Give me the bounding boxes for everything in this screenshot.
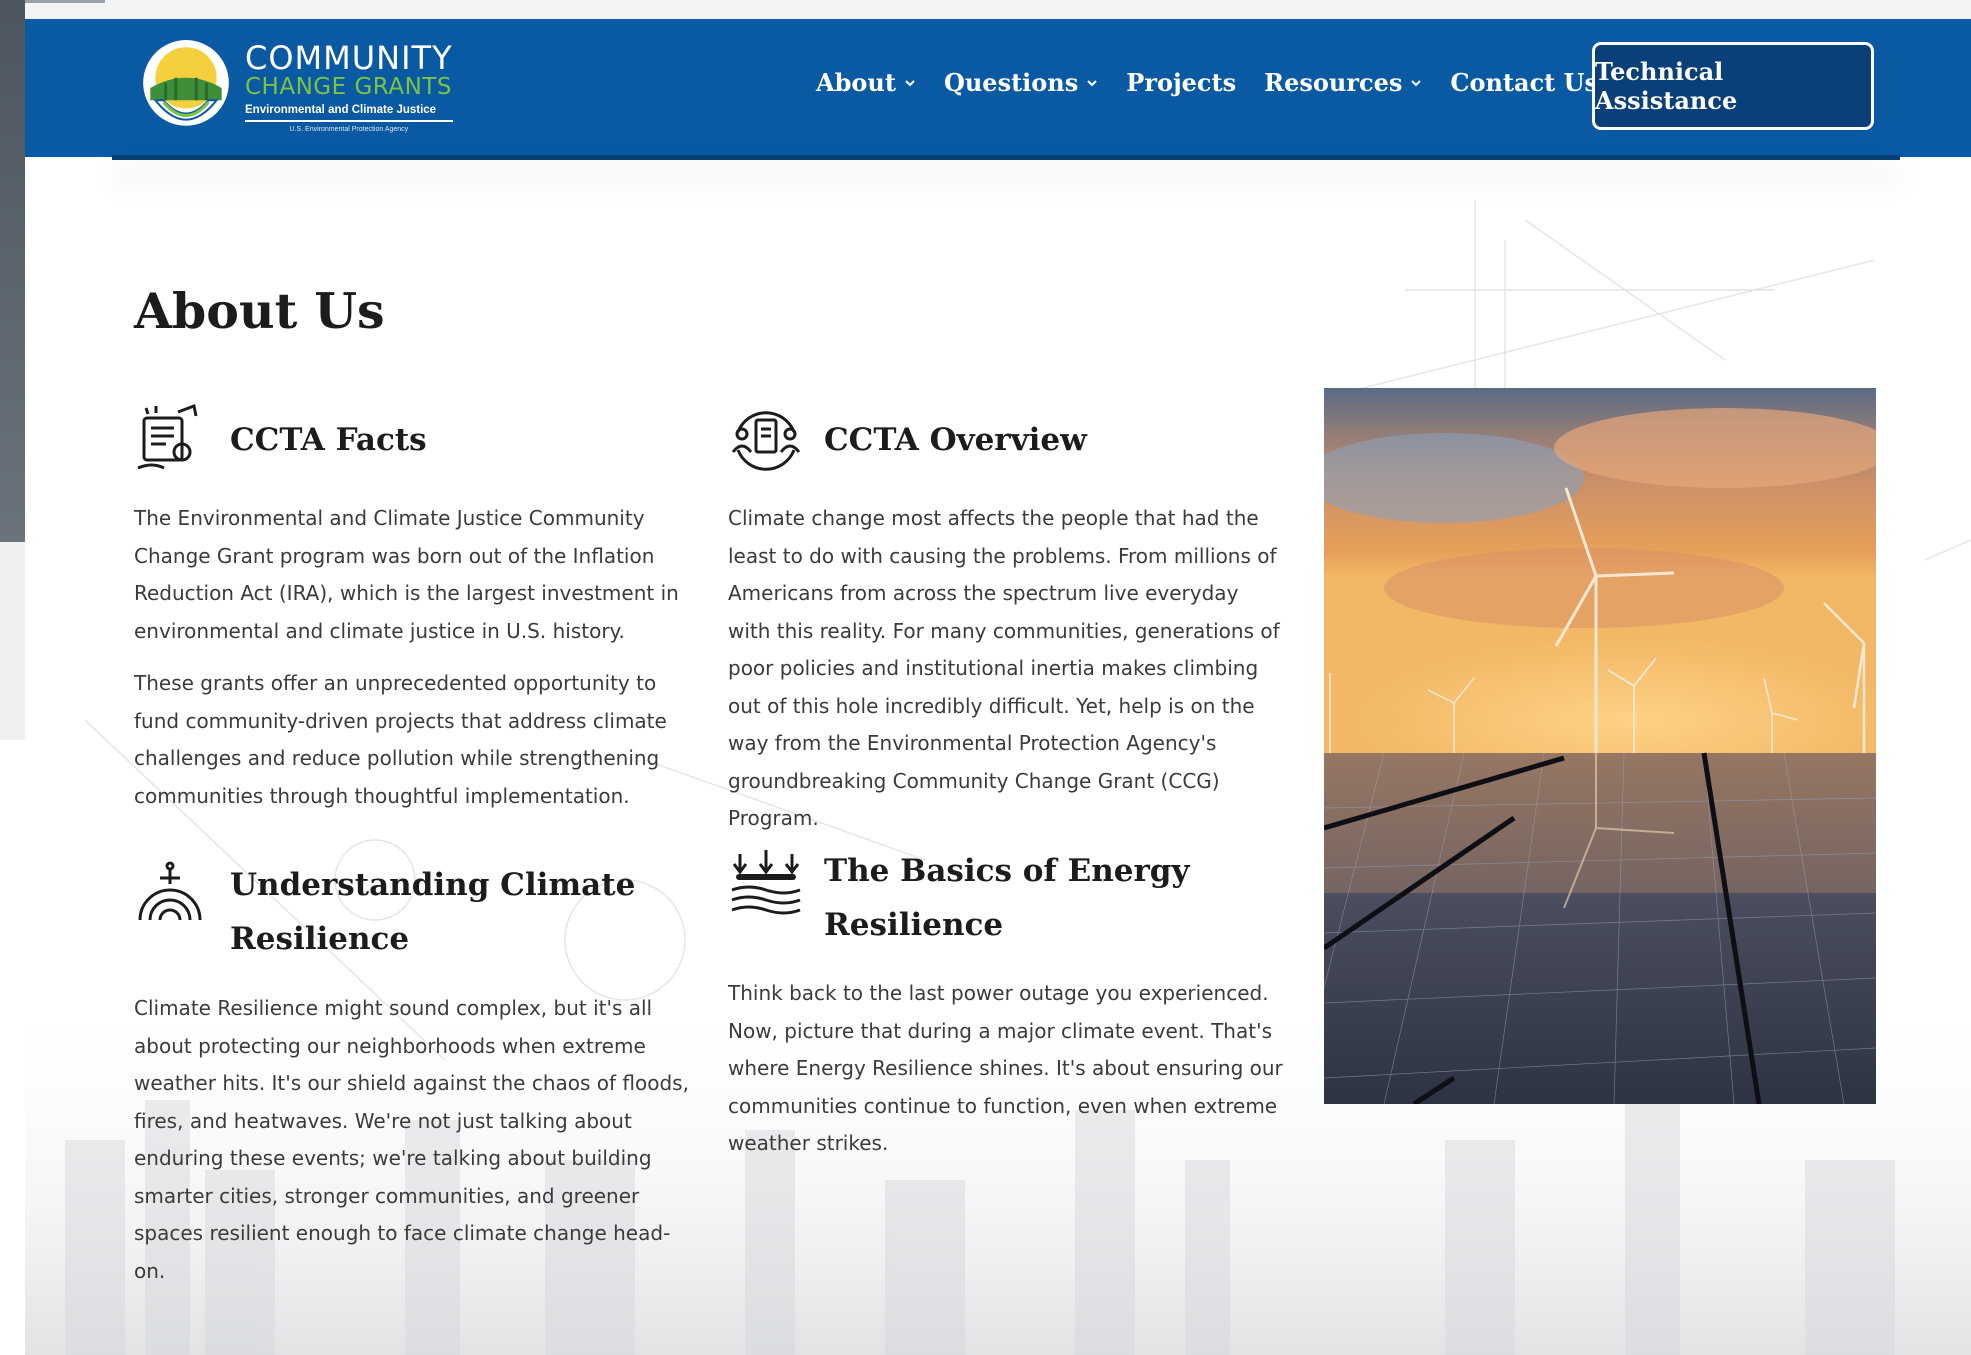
chevron-down-icon [1411,79,1422,86]
nav-contact-us-label: Contact Us [1450,68,1599,97]
section-overview-title: CCTA Overview [824,422,1087,458]
facts-paragraph-2: These grants offer an unprecedented oppo… [134,671,667,808]
nav-questions[interactable]: Questions [944,68,1098,97]
chevron-down-icon [1087,79,1097,86]
section-facts-title: CCTA Facts [230,422,427,458]
left-edge-strip-lower [0,542,25,740]
section-climate-header: Understanding Climate Resilience [134,858,650,966]
section-energy-title: The Basics of Energy Resilience [824,853,1190,943]
nav-about-label: About [816,68,896,97]
logo-agency: U.S. Environmental Protection Agency [289,125,409,133]
nav-questions-label: Questions [943,68,1079,97]
header-underline [112,155,1900,160]
logo-tagline: Environmental and Climate Justice [245,105,453,122]
tab-indicator [25,0,105,3]
energy-paragraph-1: Think back to the last power outage you … [728,981,1283,1155]
nav-resources-label: Resources [1264,68,1403,97]
climate-paragraph-1: Climate Resilience might sound complex, … [134,996,689,1283]
overview-paragraph-1: Climate change most affects the people t… [728,506,1280,830]
logo-subtitle: CHANGE GRANTS [245,74,452,101]
logo-emblem-icon [143,39,229,126]
logo-title: COMMUNITY [245,39,453,78]
certificate-icon [137,403,198,470]
main-nav: About Questions Projects Resources Conta… [816,68,1626,97]
community-document-icon [731,411,801,471]
browser-top-bar [0,0,1971,19]
section-overview-header: CCTA Overview [728,402,1087,478]
chevron-down-icon [905,79,915,86]
nav-resources[interactable]: Resources [1264,68,1422,97]
nav-projects[interactable]: Projects [1126,68,1236,97]
section-energy-header: The Basics of Energy Resilience [728,844,1194,952]
page-title: About Us [134,282,385,340]
technical-assistance-button[interactable]: Technical Assistance [1592,42,1874,130]
energy-flow-icon [731,850,801,915]
nav-contact-us[interactable]: Contact Us [1450,68,1598,97]
site-logo[interactable]: COMMUNITY CHANGE GRANTS Environmental an… [135,35,485,140]
wind-solar-sunset-photo [1324,388,1876,1104]
resilience-dome-icon [138,861,202,921]
nav-about[interactable]: About [816,68,916,97]
nav-projects-label: Projects [1126,68,1237,97]
facts-paragraph-1: The Environmental and Climate Justice Co… [134,506,679,643]
section-climate-title: Understanding Climate Resilience [230,867,636,957]
section-facts-header: CCTA Facts [134,402,427,478]
left-edge-strip [0,0,25,542]
